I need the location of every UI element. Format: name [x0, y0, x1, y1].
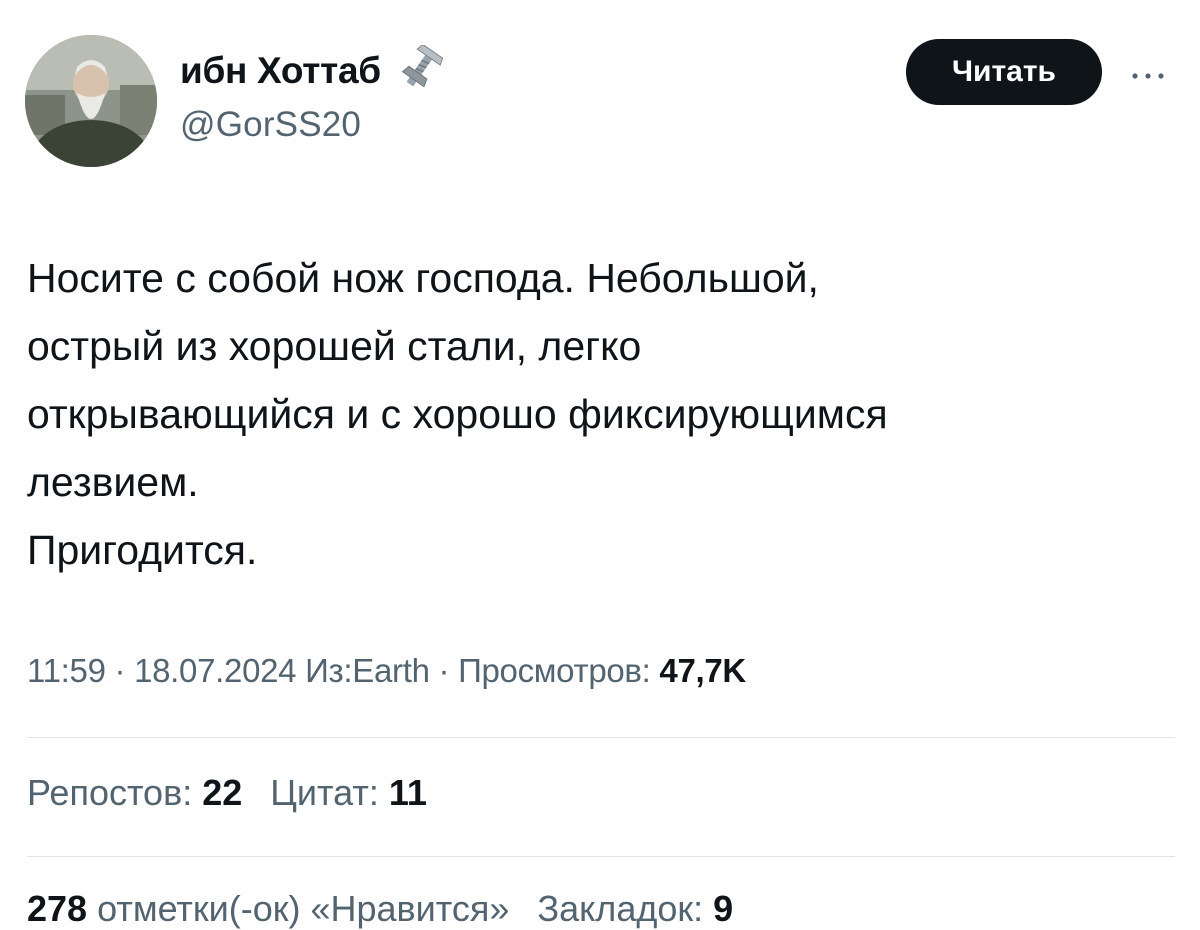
- divider: [27, 737, 1175, 738]
- tweet-meta: 11:59 · 18.07.2024 Из:Earth · Просмотров…: [27, 652, 746, 690]
- reposts-stat[interactable]: Репостов: 22: [27, 772, 242, 814]
- views-label: Просмотров:: [458, 652, 651, 689]
- tweet-text: Носите с собой нож господа. Небольшой, о…: [27, 244, 1177, 584]
- quotes-stat[interactable]: Цитат: 11: [270, 772, 427, 814]
- avatar-image: [25, 35, 157, 167]
- tweet-line: Пригодится.: [27, 527, 258, 573]
- author-handle[interactable]: @GorSS20: [180, 105, 361, 145]
- tweet-date[interactable]: 18.07.2024: [134, 652, 296, 689]
- engagement-stats-secondary: 278 отметки(-ок) «Нравится» Закладок: 9: [27, 888, 751, 930]
- quotes-label: Цитат:: [270, 772, 379, 813]
- author-name-row[interactable]: ибн Хоттаб: [180, 43, 445, 97]
- tweet-line: открывающийся и с хорошо фиксирующимся: [27, 391, 888, 437]
- likes-stat[interactable]: 278 отметки(-ок) «Нравится»: [27, 888, 509, 930]
- likes-label: отметки(-ок) «Нравится»: [97, 888, 510, 929]
- bolt-nut-icon: [393, 43, 445, 97]
- engagement-stats: Репостов: 22 Цитат: 11: [27, 772, 445, 814]
- divider: [27, 856, 1175, 857]
- views-count: 47,7K: [659, 652, 746, 689]
- bookmarks-count: 9: [713, 888, 734, 929]
- tweet-line: острый из хорошей стали, легко: [27, 323, 642, 369]
- tweet-time[interactable]: 11:59: [27, 652, 106, 689]
- bookmarks-label: Закладок:: [537, 888, 704, 929]
- meta-separator: ·: [114, 652, 135, 689]
- reposts-count: 22: [202, 772, 243, 813]
- tweet-source: Из:Earth: [305, 652, 430, 689]
- tweet-line: Носите с собой нож господа. Небольшой,: [27, 255, 819, 301]
- follow-button[interactable]: Читать: [906, 39, 1102, 105]
- likes-count: 278: [27, 888, 88, 929]
- quotes-count: 11: [388, 772, 427, 813]
- more-horizontal-icon[interactable]: [1128, 68, 1172, 79]
- meta-separator: ·: [438, 652, 459, 689]
- reposts-label: Репостов:: [27, 772, 193, 813]
- bookmarks-stat[interactable]: Закладок: 9: [537, 888, 733, 930]
- tweet-line: лезвием.: [27, 459, 199, 505]
- avatar[interactable]: [25, 35, 157, 167]
- author-display-name[interactable]: ибн Хоттаб: [180, 50, 381, 92]
